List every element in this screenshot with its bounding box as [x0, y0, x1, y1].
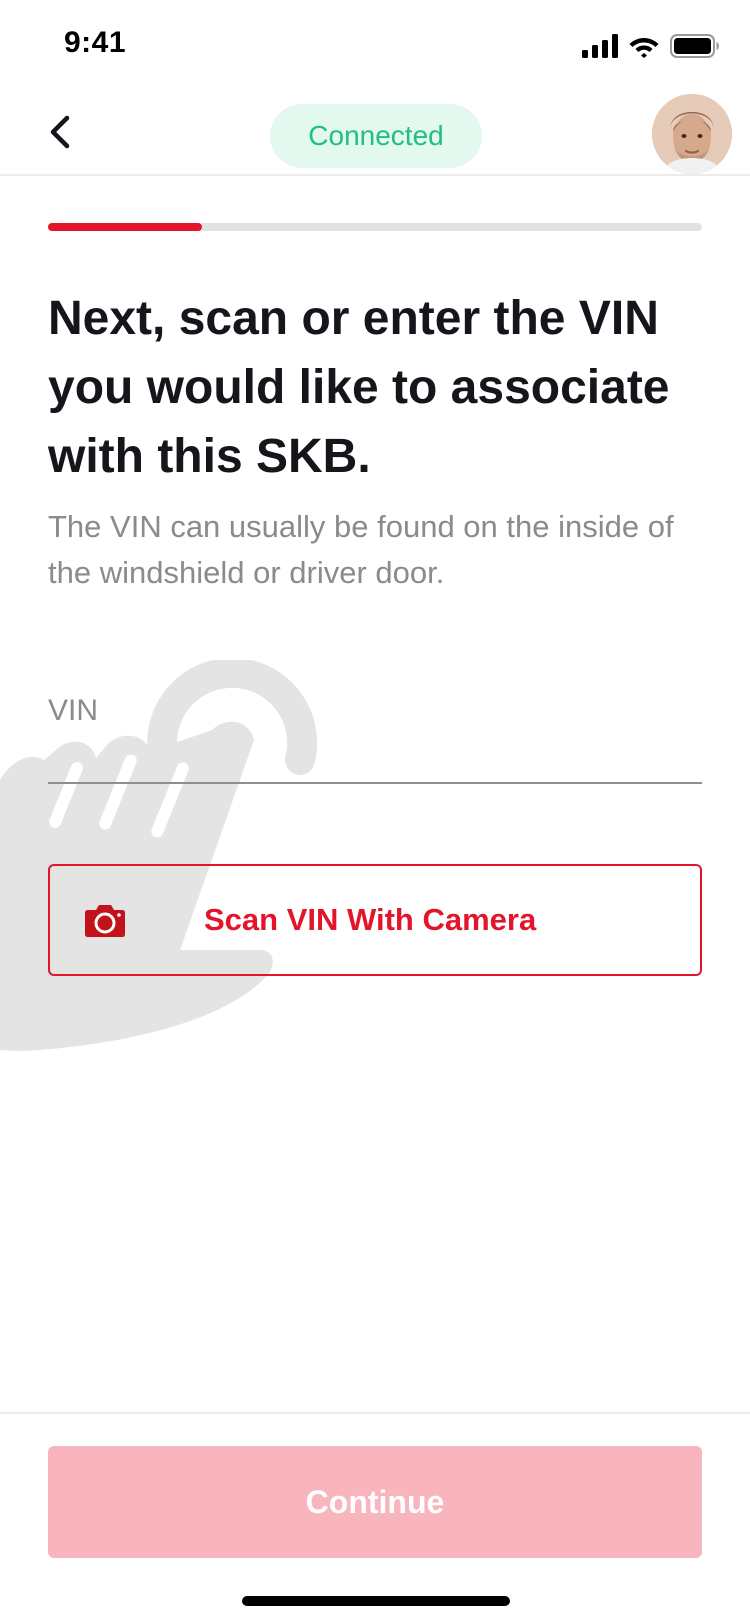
- scan-vin-button[interactable]: Scan VIN With Camera: [48, 864, 702, 976]
- battery-icon: [670, 34, 719, 58]
- status-bar: 9:41: [0, 0, 750, 88]
- footer: Continue: [0, 1412, 750, 1624]
- progress-bar-fill: [48, 223, 202, 231]
- status-icons: [582, 32, 720, 60]
- continue-button[interactable]: Continue: [48, 1446, 702, 1558]
- avatar[interactable]: [652, 94, 732, 174]
- home-indicator: [242, 1596, 510, 1606]
- vin-input[interactable]: [48, 734, 702, 778]
- cellular-signal-icon: [582, 34, 618, 58]
- wifi-icon: [629, 38, 659, 58]
- page-title: Next, scan or enter the VIN you would li…: [48, 292, 670, 483]
- chevron-left-icon: [50, 115, 70, 149]
- vin-label: VIN: [48, 694, 99, 727]
- back-button[interactable]: [36, 108, 84, 156]
- status-time: 9:41: [64, 26, 127, 59]
- navigation-bar: Connected: [0, 88, 750, 176]
- progress-bar: [48, 223, 702, 231]
- camera-icon: [85, 905, 125, 937]
- avatar-image: [652, 94, 732, 174]
- scan-vin-label: Scan VIN With Camera: [204, 902, 537, 937]
- page-subtitle: The VIN can usually be found on the insi…: [48, 509, 674, 590]
- connection-status-badge: Connected: [270, 104, 482, 168]
- vin-field[interactable]: VIN: [48, 684, 702, 784]
